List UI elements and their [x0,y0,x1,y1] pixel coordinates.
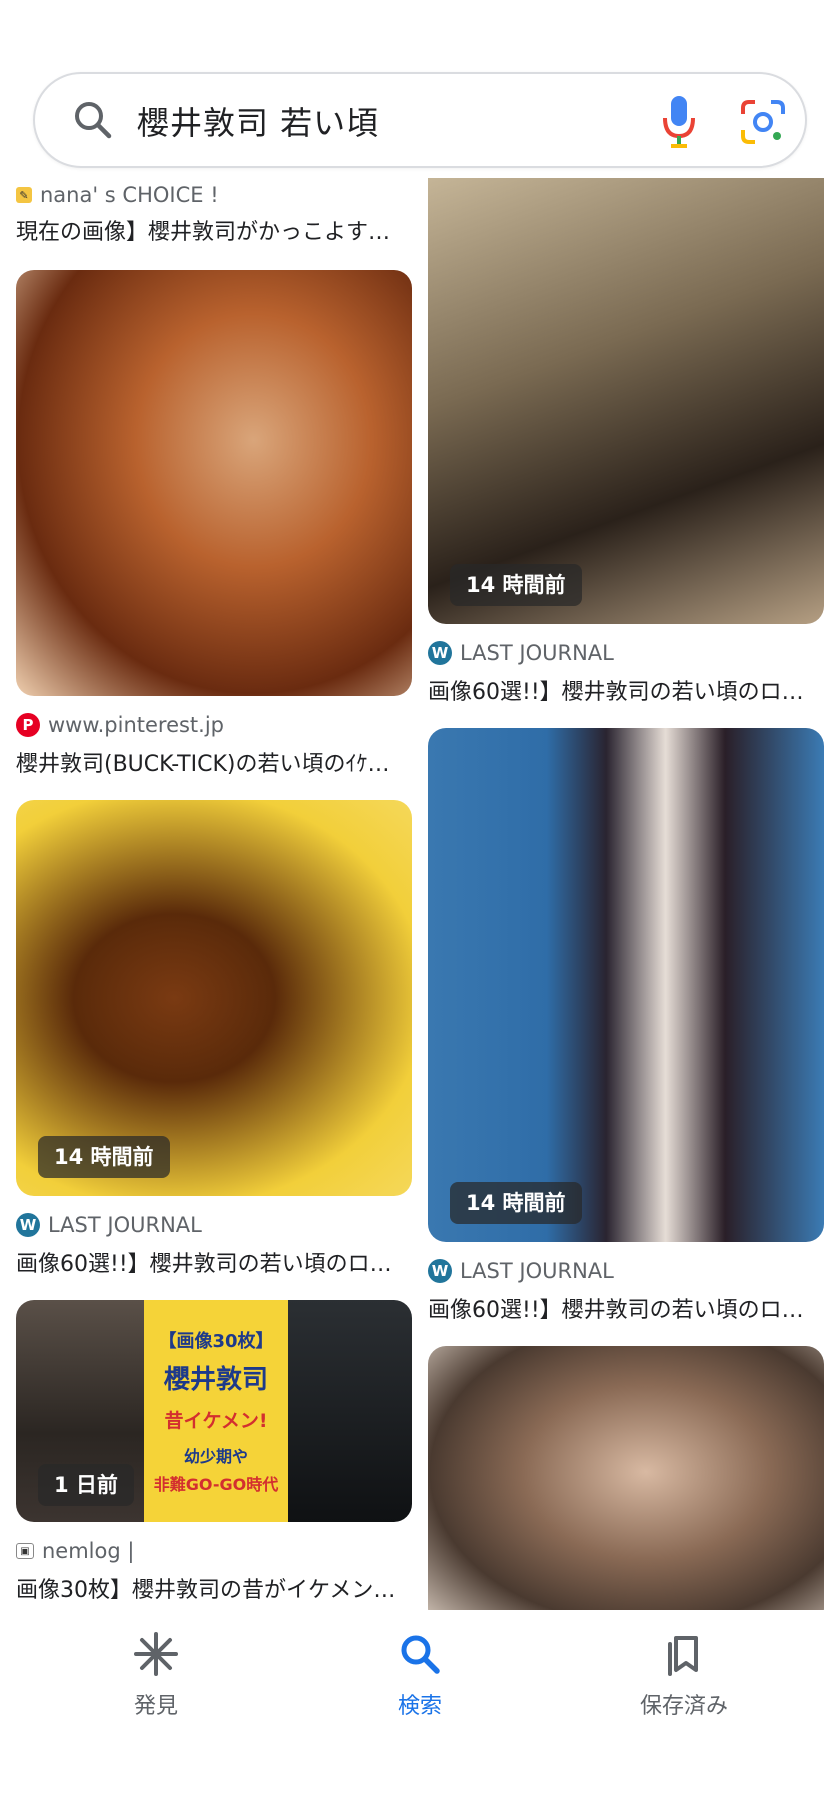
time-badge: 1 日前 [38,1464,134,1506]
nana-icon: ✎ [16,187,32,203]
thumb-text: 櫻井敦司 [163,1365,268,1395]
search-icon [401,1635,440,1674]
result-card[interactable]: ✎ nana' s CHOICE ! 現在の画像】櫻井敦司がかっこよす… [16,178,412,248]
source-name: LAST JOURNAL [460,1259,614,1283]
bookmarks-icon [668,1636,698,1676]
time-badge: 14 時間前 [450,1182,582,1224]
result-card[interactable]: 14 時間前 W LAST JOURNAL 画像60選!!】櫻井敦司の若い頃のロ… [428,728,824,1326]
result-source: W LAST JOURNAL [428,1256,614,1286]
result-card[interactable] [428,1346,824,1610]
wordpress-icon: W [16,1213,40,1237]
result-source: ✎ nana' s CHOICE ! [16,180,219,210]
result-source: W LAST JOURNAL [428,638,614,668]
result-title[interactable]: 画像60選!!】櫻井敦司の若い頃のロ… [16,1246,412,1278]
pinterest-icon: P [16,713,40,737]
source-name: www.pinterest.jp [48,713,225,737]
result-card[interactable]: P www.pinterest.jp 櫻井敦司(BUCK-TICK)の若い頃のｲ… [16,270,412,777]
asterisk-icon [134,1632,178,1676]
result-card[interactable]: 14 時間前 W LAST JOURNAL 画像60選!!】櫻井敦司の若い頃のロ… [428,178,824,705]
google-lens-icon[interactable] [739,98,787,146]
result-image[interactable] [428,1346,824,1610]
wordpress-icon: W [428,641,452,665]
result-title[interactable]: 画像60選!!】櫻井敦司の若い頃のロ… [428,674,824,706]
source-name: nemlog | [42,1539,135,1563]
thumb-title-panel: 【画像30枚】 櫻井敦司 昔イケメン! 幼少期や 非難GO-GO時代 [144,1300,288,1522]
result-source: W LAST JOURNAL [16,1210,202,1240]
nav-discover[interactable]: 発見 [66,1630,246,1740]
bottom-navigation: 発見 検索 保存済み [0,1610,840,1820]
wordpress-icon: W [428,1259,452,1283]
image-results-grid: ✎ nana' s CHOICE ! 現在の画像】櫻井敦司がかっこよす… P w… [0,178,840,1610]
thumb-text: 【画像30枚】 [158,1331,274,1352]
nav-label: 検索 [397,1694,442,1719]
result-image[interactable]: 14 時間前 [428,728,824,1242]
result-source: ▣ nemlog | [16,1536,134,1566]
result-source: P www.pinterest.jp [16,710,224,740]
result-title[interactable]: 画像30枚】櫻井敦司の昔がイケメン… [16,1572,412,1604]
nav-label: 保存済み [639,1694,728,1719]
source-name: LAST JOURNAL [460,641,614,665]
nemlog-icon: ▣ [16,1543,34,1559]
result-title[interactable]: 現在の画像】櫻井敦司がかっこよす… [16,214,412,246]
result-image[interactable]: 14 時間前 [16,800,412,1196]
time-badge: 14 時間前 [450,564,582,606]
source-name: LAST JOURNAL [48,1213,202,1237]
search-input[interactable]: 櫻井敦司 若い頃 [137,98,379,144]
result-title[interactable]: 画像60選!!】櫻井敦司の若い頃のロ… [428,1292,824,1324]
source-name: nana' s CHOICE ! [40,183,219,207]
thumb-text: 昔イケメン! [164,1410,268,1432]
microphone-icon[interactable] [659,94,699,150]
search-bar[interactable]: 櫻井敦司 若い頃 [33,72,807,168]
thumb-text: 非難GO-GO時代 [153,1475,279,1494]
result-image[interactable] [16,270,412,696]
result-image[interactable]: 14 時間前 [428,178,824,624]
search-icon[interactable] [69,96,117,144]
result-card[interactable]: 14 時間前 W LAST JOURNAL 画像60選!!】櫻井敦司の若い頃のロ… [16,800,412,1278]
nav-saved[interactable]: 保存済み [594,1630,774,1740]
result-card[interactable]: 【画像30枚】 櫻井敦司 昔イケメン! 幼少期や 非難GO-GO時代 1 日前 … [16,1300,412,1603]
result-image[interactable]: 【画像30枚】 櫻井敦司 昔イケメン! 幼少期や 非難GO-GO時代 1 日前 [16,1300,412,1522]
thumb-text: 幼少期や [183,1447,248,1466]
result-title[interactable]: 櫻井敦司(BUCK-TICK)の若い頃のｲｹ… [16,746,412,778]
nav-search[interactable]: 検索 [330,1630,510,1740]
thumb-photo-right [288,1300,412,1522]
time-badge: 14 時間前 [38,1136,170,1178]
nav-label: 発見 [133,1694,178,1719]
